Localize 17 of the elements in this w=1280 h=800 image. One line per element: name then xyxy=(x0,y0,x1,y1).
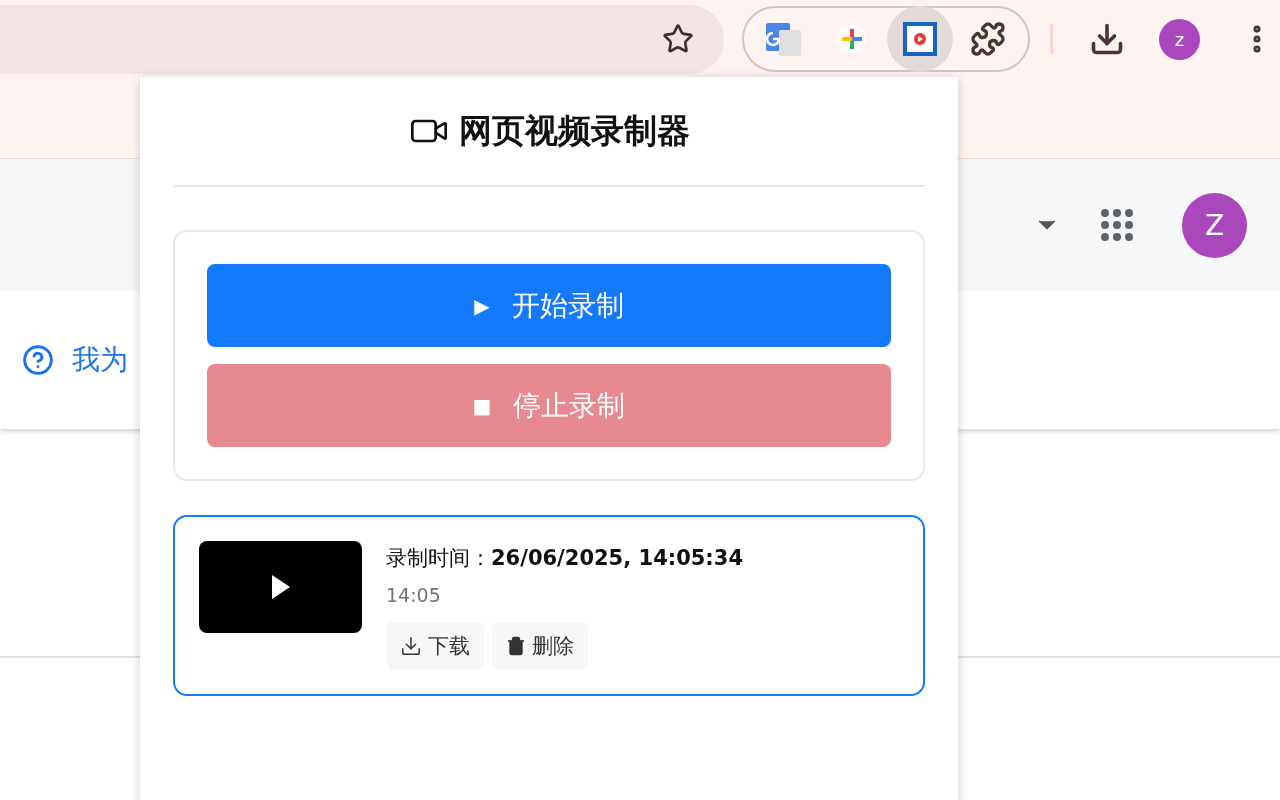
recording-duration: 14:05 xyxy=(386,584,442,606)
download-icon[interactable] xyxy=(1089,21,1125,57)
help-icon[interactable] xyxy=(22,344,54,376)
download-icon[interactable] xyxy=(400,635,422,657)
account-avatar[interactable]: Z xyxy=(1182,192,1247,258)
profile-avatar[interactable]: z xyxy=(1159,18,1200,60)
start-recording-button[interactable]: ▶ 开始录制 xyxy=(207,264,891,347)
apps-grid-icon[interactable] xyxy=(1100,208,1134,242)
bookmark-star-icon[interactable] xyxy=(662,23,694,55)
download-button[interactable]: 下载 xyxy=(386,622,484,670)
delete-button[interactable]: 删除 xyxy=(492,622,588,670)
play-icon[interactable] xyxy=(271,575,290,599)
video-thumbnail[interactable] xyxy=(199,541,362,633)
help-link[interactable]: 我为 xyxy=(22,341,128,379)
recording-time: 录制时间：26/06/2025, 14:05:34 xyxy=(386,545,743,572)
trash-icon[interactable] xyxy=(506,636,526,656)
popup-title: 网页视频录制器 xyxy=(458,109,690,152)
